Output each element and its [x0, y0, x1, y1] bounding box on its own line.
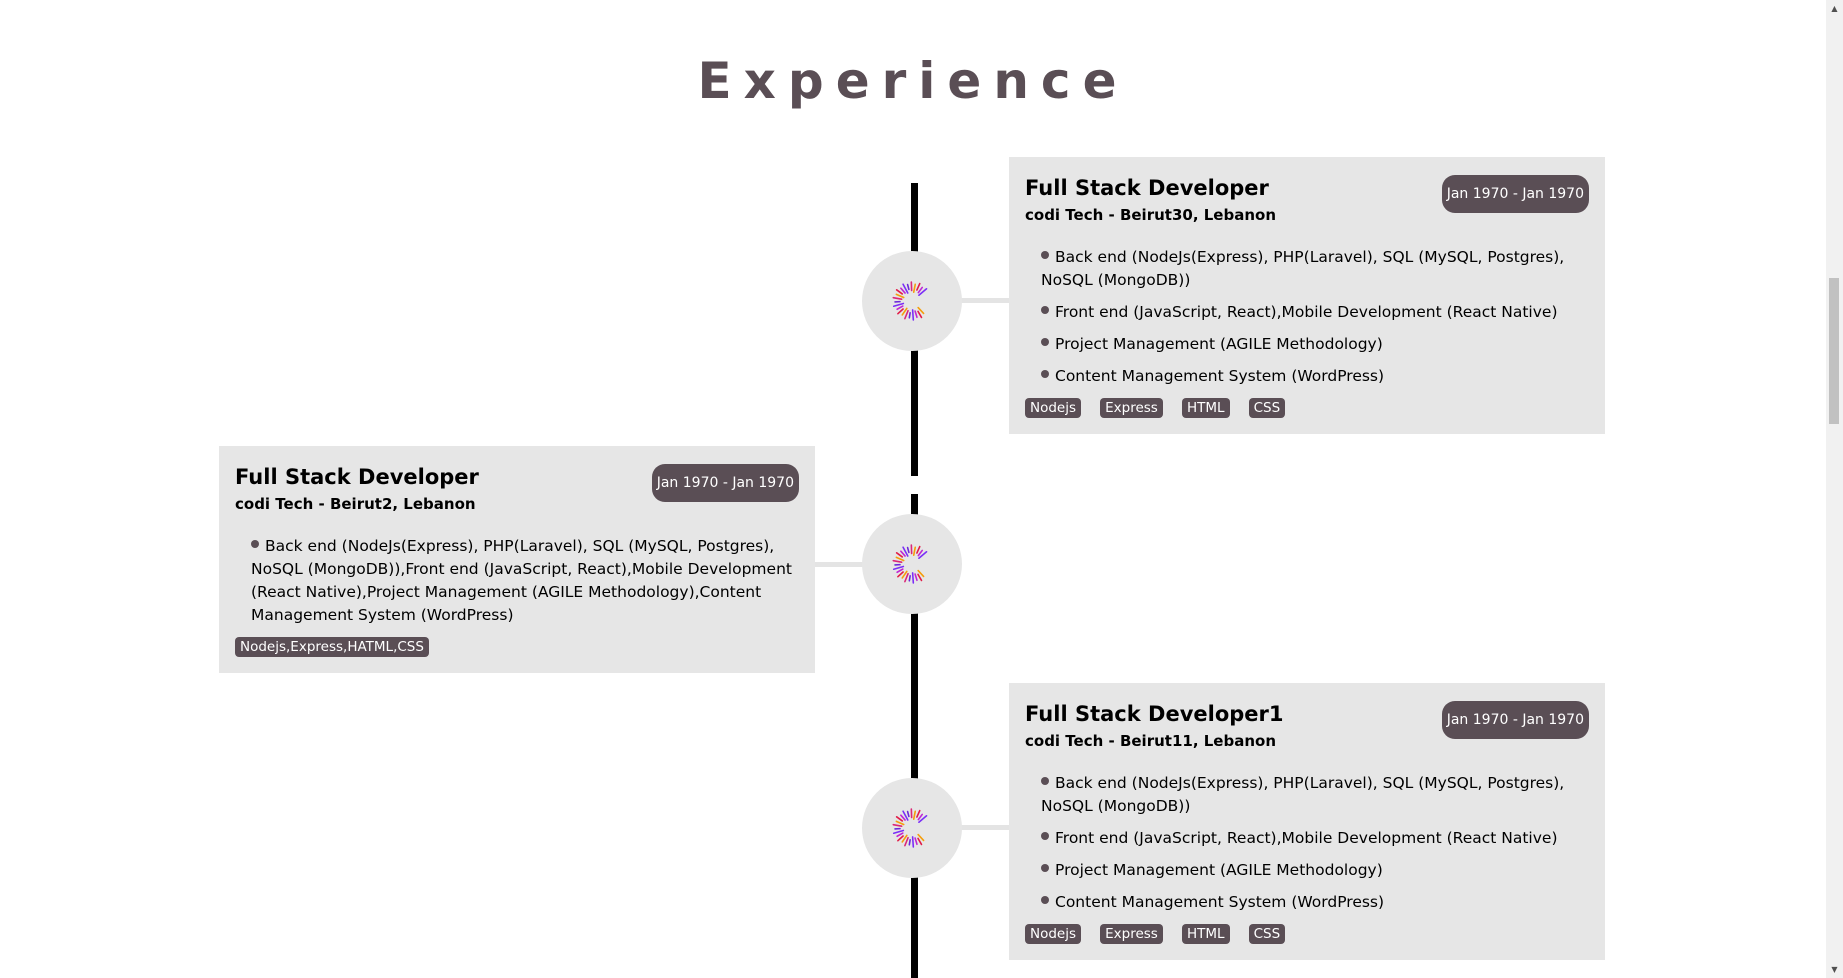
codi-logo-icon	[862, 514, 962, 614]
bullet-icon	[1041, 896, 1049, 904]
skill-tag: CSS	[1248, 924, 1286, 944]
list-item: Project Management (AGILE Methodology)	[1041, 859, 1589, 882]
arrow-up-icon[interactable]: ▲	[1826, 0, 1843, 17]
experience-card: Full Stack Developer1 codi Tech - Beirut…	[1009, 683, 1605, 960]
bullet-icon	[1041, 251, 1049, 259]
skill-tags: Nodejs Express HTML CSS	[1025, 923, 1589, 944]
list-item: Content Management System (WordPress)	[1041, 891, 1589, 914]
skill-tag: Nodejs,Express,HATML,CSS	[235, 637, 429, 657]
skill-tag: HTML	[1181, 924, 1230, 944]
skill-tags: Nodejs Express HTML CSS	[1025, 397, 1589, 418]
list-item: Content Management System (WordPress)	[1041, 365, 1589, 388]
vertical-scrollbar[interactable]: ▲ ▼	[1826, 0, 1843, 978]
list-item: Back end (NodeJs(Express), PHP(Laravel),…	[1041, 246, 1589, 292]
bullet-icon	[1041, 864, 1049, 872]
skill-tag: Express	[1100, 924, 1163, 944]
responsibilities-list: Back end (NodeJs(Express), PHP(Laravel),…	[1025, 772, 1589, 914]
date-badge: Jan 1970 - Jan 1970	[1441, 701, 1589, 739]
experience-page: Experience Full Stack Developer codi Tec…	[0, 0, 1826, 978]
responsibility-text: Project Management (AGILE Methodology)	[1055, 861, 1383, 879]
skill-tag: Express	[1100, 398, 1163, 418]
codi-logo-icon	[862, 251, 962, 351]
experience-card: Full Stack Developer codi Tech - Beirut2…	[219, 446, 815, 673]
scrollbar-thumb[interactable]	[1829, 278, 1839, 424]
codi-logo-svg	[892, 281, 928, 321]
list-item: Project Management (AGILE Methodology)	[1041, 333, 1589, 356]
card-header: Full Stack Developer codi Tech - Beirut3…	[1025, 175, 1589, 224]
skill-tag: HTML	[1181, 398, 1230, 418]
date-badge: Jan 1970 - Jan 1970	[651, 464, 799, 502]
arrow-down-icon[interactable]: ▼	[1826, 961, 1843, 978]
list-item: Front end (JavaScript, React),Mobile Dev…	[1041, 301, 1589, 324]
skill-tag: CSS	[1248, 398, 1286, 418]
responsibilities-list: Back end (NodeJs(Express), PHP(Laravel),…	[1025, 246, 1589, 388]
bullet-icon	[1041, 832, 1049, 840]
timeline-connector	[813, 562, 863, 567]
responsibility-text: Project Management (AGILE Methodology)	[1055, 335, 1383, 353]
skill-tags: Nodejs,Express,HATML,CSS	[235, 636, 799, 657]
list-item: Back end (NodeJs(Express), PHP(Laravel),…	[251, 535, 799, 627]
bullet-icon	[251, 540, 259, 548]
list-item: Back end (NodeJs(Express), PHP(Laravel),…	[1041, 772, 1589, 818]
section-title: Experience	[697, 51, 1129, 110]
codi-logo-svg	[892, 808, 928, 848]
responsibility-text: Back end (NodeJs(Express), PHP(Laravel),…	[1041, 248, 1565, 289]
responsibility-text: Back end (NodeJs(Express), PHP(Laravel),…	[251, 537, 792, 624]
bullet-icon	[1041, 306, 1049, 314]
responsibility-text: Front end (JavaScript, React),Mobile Dev…	[1055, 829, 1558, 847]
timeline-connector	[960, 298, 1010, 303]
responsibility-text: Content Management System (WordPress)	[1055, 367, 1385, 385]
list-item: Front end (JavaScript, React),Mobile Dev…	[1041, 827, 1589, 850]
card-header: Full Stack Developer1 codi Tech - Beirut…	[1025, 701, 1589, 750]
bullet-icon	[1041, 338, 1049, 346]
timeline-connector	[960, 825, 1010, 830]
responsibility-text: Front end (JavaScript, React),Mobile Dev…	[1055, 303, 1558, 321]
bullet-icon	[1041, 777, 1049, 785]
codi-logo-icon	[862, 778, 962, 878]
codi-logo-svg	[892, 544, 928, 584]
experience-card: Full Stack Developer codi Tech - Beirut3…	[1009, 157, 1605, 434]
responsibility-text: Content Management System (WordPress)	[1055, 893, 1385, 911]
card-header: Full Stack Developer codi Tech - Beirut2…	[235, 464, 799, 513]
skill-tag: Nodejs	[1025, 924, 1082, 944]
date-badge: Jan 1970 - Jan 1970	[1441, 175, 1589, 213]
responsibility-text: Back end (NodeJs(Express), PHP(Laravel),…	[1041, 774, 1565, 815]
skill-tag: Nodejs	[1025, 398, 1082, 418]
responsibilities-list: Back end (NodeJs(Express), PHP(Laravel),…	[235, 535, 799, 627]
bullet-icon	[1041, 370, 1049, 378]
